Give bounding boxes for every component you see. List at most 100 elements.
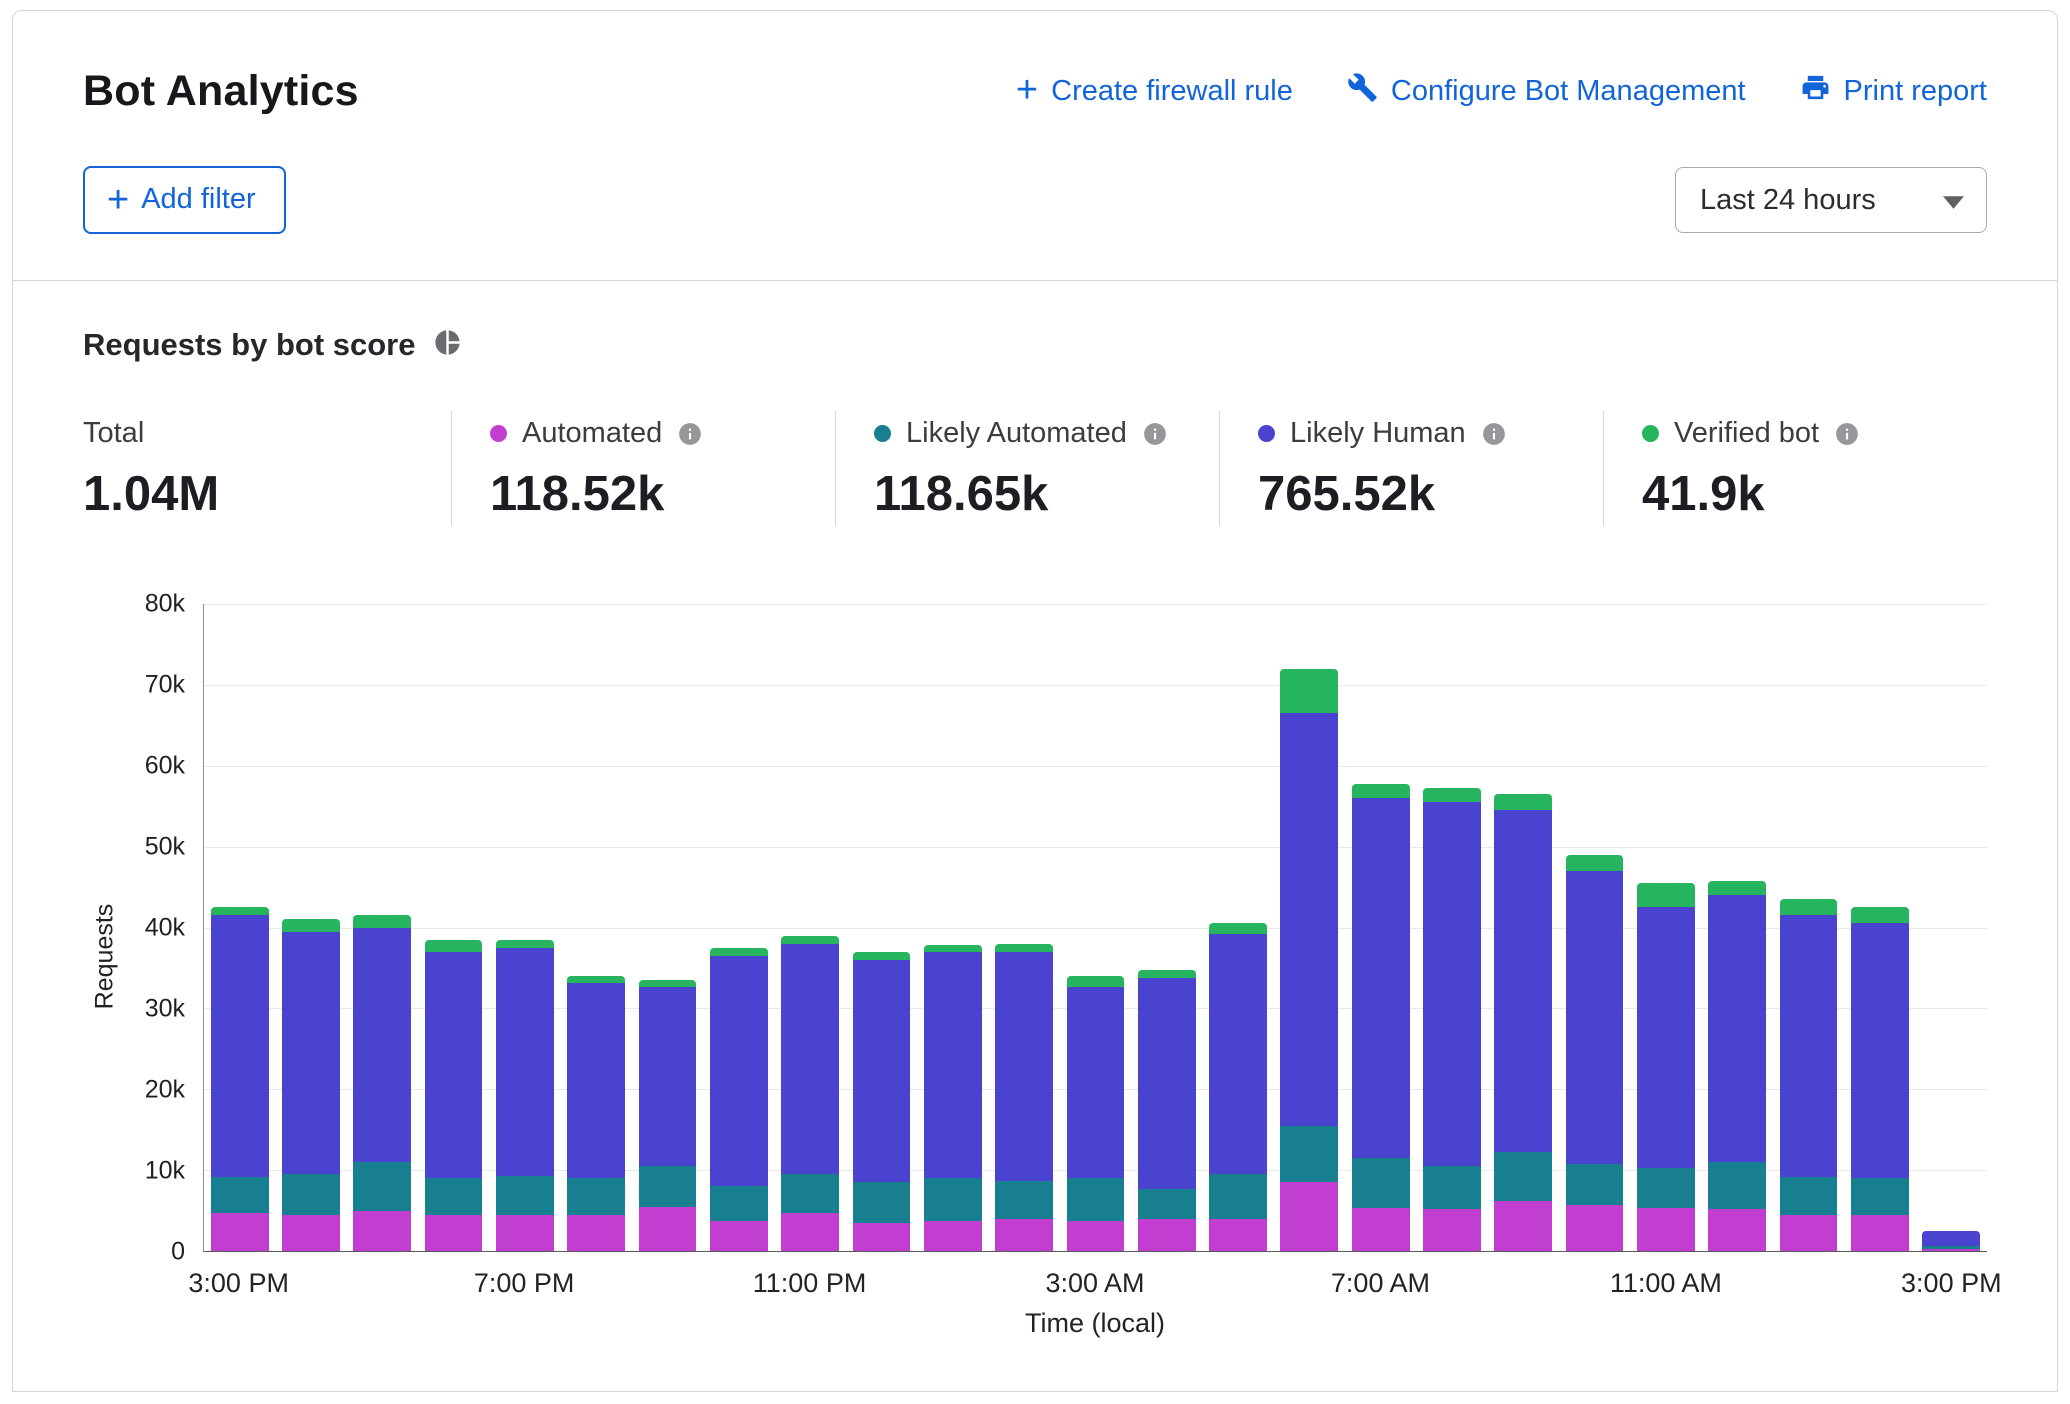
bar-segment [710,956,768,1187]
bar-segment [282,932,340,1175]
add-filter-button[interactable]: + Add filter [83,166,286,234]
x-tick-label: 3:00 PM [1901,1268,2002,1299]
bar-slot [917,604,988,1251]
stacked-bar[interactable] [853,952,911,1251]
header: Bot Analytics + Create firewall rule Con… [13,11,2057,281]
stacked-bar[interactable] [995,944,1053,1251]
stacked-bar[interactable] [353,915,411,1251]
stacked-bar[interactable] [781,936,839,1251]
stat-label: Verified bot [1674,417,1819,450]
bar-segment [1352,798,1410,1158]
bar-segment [1209,934,1267,1174]
y-axis-ticks: 010k20k30k40k50k60k70k80k [111,604,203,1252]
stacked-bar[interactable] [1352,784,1410,1251]
stat-value: 118.65k [874,466,1189,522]
bar-slot [1844,604,1915,1251]
y-tick-label: 20k [145,1076,185,1105]
bar-segment [1423,1209,1481,1251]
y-tick-label: 0 [171,1238,185,1267]
plus-icon: + [1016,71,1038,109]
bar-segment [567,1178,625,1214]
bar-segment [1637,907,1695,1167]
bar-segment [211,1177,269,1213]
stacked-bar[interactable] [567,976,625,1251]
stacked-bar[interactable] [1922,1231,1980,1251]
bar-slot [347,604,418,1251]
bar-slot [1131,604,1202,1251]
add-filter-label: Add filter [141,183,255,216]
bar-segment [1352,1158,1410,1208]
bar-segment [1566,855,1624,871]
stacked-bar[interactable] [1138,970,1196,1251]
stacked-bar[interactable] [1708,881,1766,1251]
bar-segment [1138,1219,1196,1251]
info-icon[interactable] [1142,421,1168,447]
bar-segment [1780,1177,1838,1215]
bar-segment [1851,907,1909,923]
info-icon[interactable] [1834,421,1860,447]
stacked-bar[interactable] [1423,788,1481,1251]
time-range-select[interactable]: Last 24 hours [1675,167,1987,233]
bar-segment [639,1207,697,1251]
create-firewall-rule-link[interactable]: + Create firewall rule [1016,73,1293,111]
stacked-bar[interactable] [425,940,483,1251]
bar-segment [211,915,269,1176]
print-report-link[interactable]: Print report [1800,72,1987,111]
series-color-dot [874,425,891,442]
stacked-bar[interactable] [639,980,697,1251]
bar-segment [1209,923,1267,934]
info-icon[interactable] [1481,421,1507,447]
bar-slot [275,604,346,1251]
bar-slot [561,604,632,1251]
configure-bot-management-link[interactable]: Configure Bot Management [1347,72,1746,111]
bar-segment [1352,1208,1410,1251]
bar-segment [1922,1249,1980,1251]
bot-analytics-card: Bot Analytics + Create firewall rule Con… [12,10,2058,1392]
stats-row: Total 1.04M Automated118.52kLikely Autom… [83,411,1987,526]
bar-slot [1916,604,1987,1251]
bar-slot [1773,604,1844,1251]
y-tick-label: 70k [145,671,185,700]
bar-segment [1780,899,1838,915]
stat-automated: Automated118.52k [451,411,835,526]
bar-segment [1708,1162,1766,1209]
plus-icon: + [107,181,129,219]
bar-segment [353,915,411,927]
x-axis-ticks: 3:00 PM7:00 PM11:00 PM3:00 AM7:00 AM11:0… [203,1252,1987,1304]
stacked-bar[interactable] [496,940,554,1251]
bar-slot [775,604,846,1251]
bar-segment [282,919,340,931]
stacked-bar[interactable] [1851,907,1909,1251]
stacked-bar[interactable] [282,919,340,1251]
bar-segment [853,952,911,960]
stacked-bar[interactable] [1067,976,1125,1251]
bar-slot [204,604,275,1251]
bar-segment [496,1176,554,1215]
stacked-bar[interactable] [924,945,982,1251]
y-tick-label: 10k [145,1157,185,1186]
bar-segment [1637,883,1695,907]
bar-segment [425,1215,483,1251]
requests-chart: Requests 010k20k30k40k50k60k70k80k 3:00 … [83,604,1987,1339]
y-tick-label: 40k [145,914,185,943]
bar-segment [1922,1231,1980,1246]
bar-segment [781,936,839,944]
info-icon[interactable] [677,421,703,447]
series-color-dot [1642,425,1659,442]
bar-segment [781,1213,839,1251]
stacked-bar[interactable] [1780,899,1838,1251]
bar-slot [1060,604,1131,1251]
stacked-bar[interactable] [1637,883,1695,1251]
stacked-bar[interactable] [211,907,269,1251]
stacked-bar[interactable] [710,948,768,1251]
bar-segment [425,940,483,952]
stacked-bar[interactable] [1494,794,1552,1251]
stacked-bar[interactable] [1566,855,1624,1251]
bar-segment [853,1182,911,1222]
bar-segment [1708,895,1766,1162]
bar-segment [353,1162,411,1211]
stacked-bar[interactable] [1280,669,1338,1251]
stacked-bar[interactable] [1209,923,1267,1251]
bar-slot [846,604,917,1251]
bar-segment [1494,794,1552,810]
